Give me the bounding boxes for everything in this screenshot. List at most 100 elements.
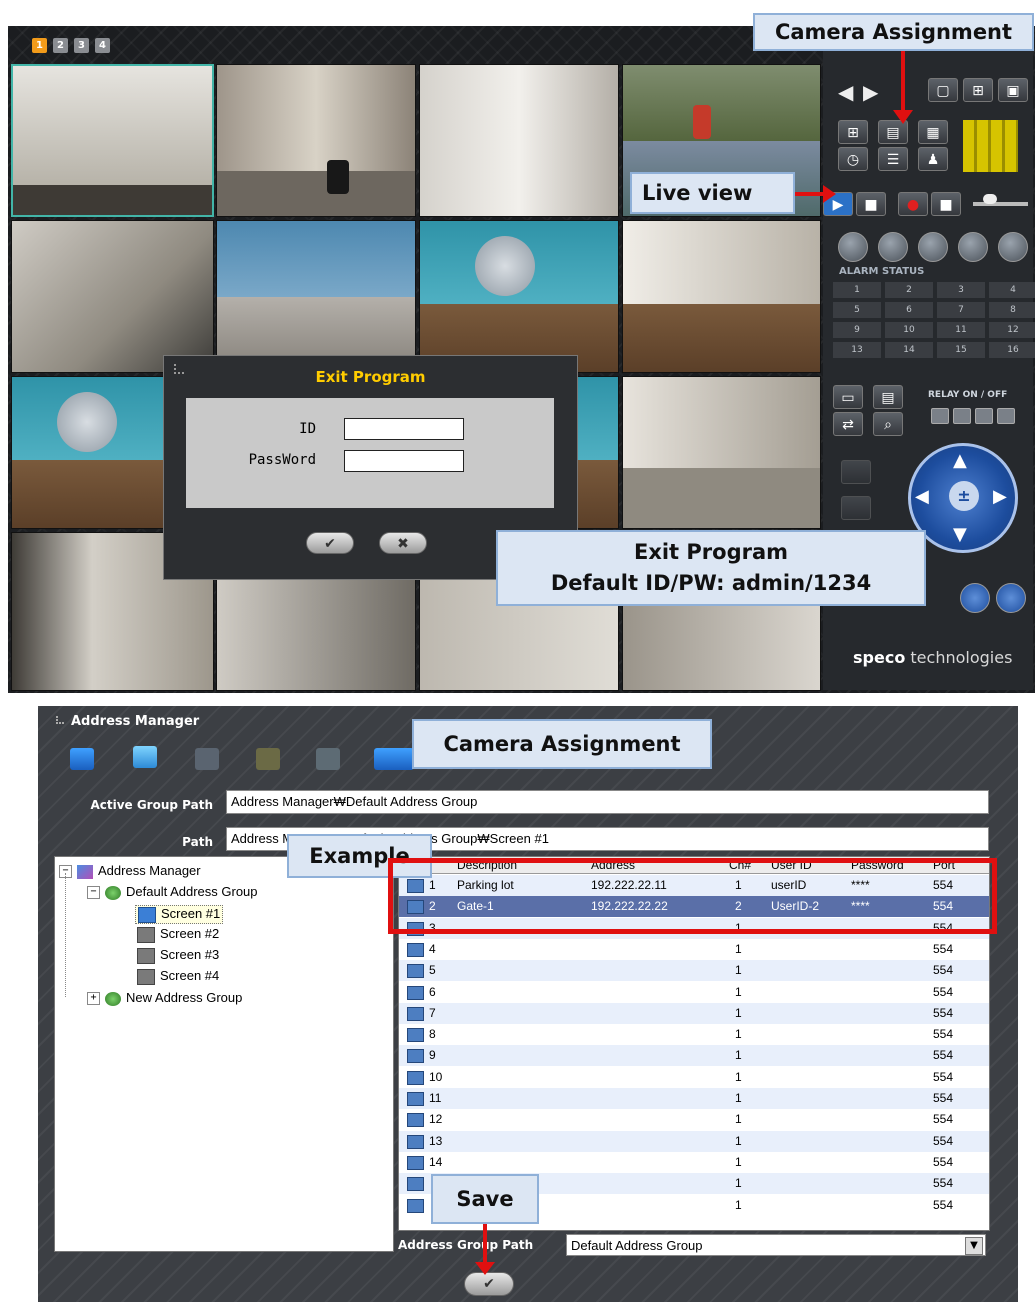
tool-icon[interactable]	[998, 232, 1028, 262]
row-number[interactable]: 14	[429, 1155, 442, 1169]
table-row[interactable]: 10 1 554	[399, 1066, 989, 1089]
row-port[interactable]: 554	[933, 1070, 953, 1084]
row-number[interactable]: 4	[429, 942, 436, 956]
full-view-icon[interactable]: ▣	[998, 78, 1028, 102]
add-screen-icon[interactable]	[133, 746, 157, 768]
snapshot-icon[interactable]	[838, 232, 868, 262]
quad-view-icon[interactable]: ⊞	[963, 78, 993, 102]
table-row[interactable]: 5 1 554	[399, 960, 989, 983]
relay-1-button[interactable]	[931, 408, 949, 424]
move-up-icon[interactable]	[256, 748, 280, 770]
table-row[interactable]: 4 1 554	[399, 938, 989, 961]
tree-screen-4[interactable]: Screen #4	[137, 968, 219, 985]
relay-4-button[interactable]	[997, 408, 1015, 424]
ptz-down-icon[interactable]: ▼	[953, 524, 967, 545]
list-icon[interactable]: ☰	[878, 147, 908, 171]
row-port[interactable]: 554	[933, 963, 953, 977]
tree-group-new[interactable]: + New Address Group	[87, 990, 242, 1006]
ptz-left-icon[interactable]: ◀	[915, 486, 929, 507]
row-port[interactable]: 554	[933, 1048, 953, 1062]
tree-screen-1[interactable]: Screen #1	[135, 905, 224, 924]
focus-icon[interactable]	[841, 460, 871, 484]
ptz-zoom-icon[interactable]: ±	[949, 481, 979, 511]
users-icon[interactable]: ♟	[918, 147, 948, 171]
row-channel[interactable]: 1	[735, 1091, 742, 1105]
row-number[interactable]: 9	[429, 1048, 436, 1062]
ptz-up-icon[interactable]: ▲	[953, 450, 967, 471]
camera-tile-2[interactable]	[216, 64, 416, 217]
preset-1-icon[interactable]	[960, 583, 990, 613]
stop-icon[interactable]: ■	[856, 192, 886, 216]
grid-icon[interactable]: ⊞	[838, 120, 868, 144]
row-channel[interactable]: 1	[735, 985, 742, 999]
row-channel[interactable]: 1	[735, 1198, 742, 1212]
table-row[interactable]: 11 1 554	[399, 1088, 989, 1110]
page-1-button[interactable]: 1	[32, 38, 47, 53]
auto-icon[interactable]	[841, 496, 871, 520]
row-channel[interactable]: 1	[735, 1134, 742, 1148]
confirm-button[interactable]: ✔	[306, 532, 354, 554]
table-row[interactable]: 13 1 554	[399, 1130, 989, 1153]
collapse-icon[interactable]: −	[59, 865, 72, 879]
device-icon[interactable]	[374, 748, 414, 770]
row-channel[interactable]: 1	[735, 1048, 742, 1062]
camera-tile-8[interactable]	[622, 220, 821, 373]
row-number[interactable]: 5	[429, 963, 436, 977]
refresh-icon[interactable]	[878, 232, 908, 262]
row-channel[interactable]: 1	[735, 1006, 742, 1020]
tree-group-default[interactable]: − Default Address Group	[87, 884, 258, 900]
speed-slider[interactable]	[973, 202, 1028, 206]
percent-icon[interactable]	[958, 232, 988, 262]
camera-tile-3[interactable]	[419, 64, 619, 217]
password-input[interactable]	[344, 450, 464, 472]
row-port[interactable]: 554	[933, 1198, 953, 1212]
table-row[interactable]: 8 1 554	[399, 1024, 989, 1047]
page-3-button[interactable]: 3	[74, 38, 89, 53]
id-input[interactable]	[344, 418, 464, 440]
row-channel[interactable]: 1	[735, 1176, 742, 1190]
move-down-icon[interactable]	[316, 748, 340, 770]
active-group-path-field[interactable]: Address Manager₩Default Address Group	[226, 790, 989, 814]
row-channel[interactable]: 1	[735, 942, 742, 956]
relay-3-button[interactable]	[975, 408, 993, 424]
cancel-button[interactable]: ✖	[379, 532, 427, 554]
camera-tile-1[interactable]	[11, 64, 214, 217]
table-row[interactable]: 14 1 554	[399, 1151, 989, 1174]
row-number[interactable]: 13	[429, 1134, 442, 1148]
row-port[interactable]: 554	[933, 985, 953, 999]
camera-tile-12[interactable]	[622, 376, 821, 529]
row-channel[interactable]: 1	[735, 1027, 742, 1041]
row-port[interactable]: 554	[933, 1006, 953, 1020]
chevron-down-icon[interactable]: ▼	[965, 1237, 983, 1255]
table-row[interactable]: 7 1 554	[399, 1002, 989, 1025]
delete-icon[interactable]	[195, 748, 219, 770]
row-port[interactable]: 554	[933, 1112, 953, 1126]
table-row[interactable]: 9 1 554	[399, 1045, 989, 1068]
row-port[interactable]: 554	[933, 1134, 953, 1148]
row-port[interactable]: 554	[933, 942, 953, 956]
camera-tile-7[interactable]	[419, 220, 619, 373]
monitor-add-icon[interactable]	[70, 748, 94, 770]
single-view-icon[interactable]: ▢	[928, 78, 958, 102]
row-number[interactable]: 7	[429, 1006, 436, 1020]
row-number[interactable]: 10	[429, 1070, 442, 1084]
tree-screen-2[interactable]: Screen #2	[137, 926, 219, 943]
channel-grid-icon[interactable]	[963, 120, 1018, 172]
table-row[interactable]: 12 1 554	[399, 1109, 989, 1132]
row-port[interactable]: 554	[933, 1155, 953, 1169]
sync-icon[interactable]: ⇄	[833, 412, 863, 436]
record-icon[interactable]: ●	[898, 192, 928, 216]
preset-2-icon[interactable]	[996, 583, 1026, 613]
pause-icon[interactable]: ■	[931, 192, 961, 216]
expand-icon[interactable]: +	[87, 992, 100, 1006]
row-port[interactable]: 554	[933, 1091, 953, 1105]
collapse-icon[interactable]: −	[87, 886, 100, 900]
row-channel[interactable]: 1	[735, 963, 742, 977]
table-row[interactable]: 6 1 554	[399, 981, 989, 1004]
arrow-right-icon[interactable]: ▶	[863, 80, 878, 104]
row-number[interactable]: 12	[429, 1112, 442, 1126]
alarm-clock-icon[interactable]: ◷	[838, 147, 868, 171]
search-icon[interactable]: ⌕	[873, 412, 903, 436]
row-channel[interactable]: 1	[735, 1112, 742, 1126]
row-port[interactable]: 554	[933, 1176, 953, 1190]
